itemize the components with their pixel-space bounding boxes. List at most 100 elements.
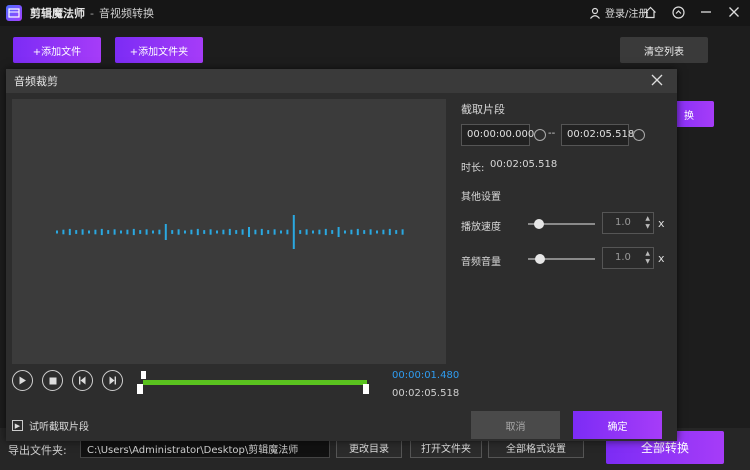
speed-label: 播放速度 — [461, 222, 501, 233]
waveform-sample — [164, 224, 167, 240]
other-settings-title: 其他设置 — [461, 192, 501, 203]
reset-start-icon[interactable] — [534, 129, 546, 141]
stop-icon — [49, 377, 56, 384]
waveform-sample — [401, 229, 404, 235]
dialog-close-icon[interactable] — [651, 72, 663, 90]
waveform-sample — [388, 228, 391, 236]
audio-trim-dialog: 音频裁剪 00:00:01.480 00:02:05.518 ▶ 试听截取片段 … — [6, 69, 677, 441]
waveform-sample — [356, 228, 359, 236]
waveform-sample — [248, 227, 250, 237]
waveform-sample — [196, 228, 199, 236]
waveform-sample — [395, 230, 398, 234]
home-icon[interactable] — [642, 4, 658, 20]
waveform-sample — [184, 230, 186, 234]
waveform-sample — [145, 229, 148, 235]
clear-list-button[interactable]: 清空列表 — [620, 37, 708, 63]
waveform-sample — [56, 230, 58, 234]
waveform-sample — [100, 228, 103, 236]
duration-value: 00:02:05.518 — [490, 159, 558, 170]
waveform-sample — [331, 230, 334, 234]
volume-input[interactable]: 1.0 ▲ ▼ — [602, 247, 654, 269]
waveform-sample — [126, 229, 129, 235]
title-separator: - — [90, 6, 94, 20]
waveform-sample — [305, 229, 308, 235]
waveform-sample — [344, 230, 346, 234]
waveform-sample — [177, 229, 180, 235]
waveform-sample — [107, 230, 110, 234]
waveform-sample — [203, 230, 206, 234]
waveform-sample — [75, 230, 78, 234]
login-button[interactable]: 登录/注册 — [589, 5, 648, 20]
end-time-input[interactable]: 00:02:05.518 — [561, 124, 634, 146]
selected-range-bar — [143, 380, 367, 385]
preview-clip-label: 试听截取片段 — [29, 422, 89, 433]
preview-clip-button[interactable]: ▶ 试听截取片段 — [12, 418, 89, 433]
app-logo-icon — [6, 5, 22, 21]
preview-play-icon: ▶ — [12, 420, 23, 431]
waveform-sample — [228, 228, 231, 236]
app-title: 剪辑魔法师 — [30, 7, 85, 20]
waveform-sample — [132, 228, 135, 236]
add-folder-button[interactable]: +添加文件夹 — [115, 37, 203, 63]
menu-icon[interactable] — [670, 4, 686, 20]
waveform-sample — [350, 229, 353, 235]
title-bar: 剪辑魔法师 - 音视频转换 登录/注册 — [0, 0, 750, 26]
speed-input[interactable]: 1.0 ▲ ▼ — [602, 212, 654, 234]
waveform-sample — [312, 230, 314, 234]
waveform-sample — [292, 215, 295, 249]
waveform-sample — [171, 230, 174, 234]
waveform-sample — [94, 229, 97, 235]
start-time-input[interactable]: 00:00:00.000 — [461, 124, 534, 146]
trim-timeline[interactable] — [137, 371, 373, 395]
volume-slider-knob[interactable] — [535, 254, 545, 264]
waveform-sample — [139, 230, 142, 234]
waveform-sample — [209, 229, 212, 235]
user-icon — [590, 7, 600, 19]
waveform-sample — [260, 228, 263, 236]
step-back-icon — [79, 376, 86, 385]
waveform-sample — [382, 229, 385, 235]
play-icon — [19, 376, 26, 385]
waveform-sample — [62, 229, 65, 235]
close-window-icon[interactable] — [726, 4, 742, 20]
waveform-sample — [158, 229, 161, 235]
add-file-button[interactable]: +添加文件 — [13, 37, 101, 63]
duration-label: 时长: — [461, 163, 485, 174]
range-end-handle[interactable] — [363, 384, 369, 394]
waveform-sample — [235, 230, 238, 234]
waveform-sample — [68, 228, 71, 236]
volume-unit: x — [658, 252, 665, 265]
reset-end-icon[interactable] — [633, 129, 645, 141]
play-button[interactable] — [12, 370, 33, 391]
spin-arrows-icon[interactable]: ▲ ▼ — [645, 250, 650, 266]
speed-value: 1.0 — [615, 217, 631, 228]
next-frame-button[interactable] — [102, 370, 123, 391]
waveform-sample — [120, 230, 122, 234]
speed-slider-knob[interactable] — [534, 219, 544, 229]
app-window: 剪辑魔法师 - 音视频转换 登录/注册 +添加文件 +添加文件夹 清空列表 换 … — [0, 0, 750, 470]
waveform-sample — [113, 229, 116, 235]
previous-frame-button[interactable] — [72, 370, 93, 391]
waveform-panel[interactable] — [12, 99, 446, 364]
volume-value: 1.0 — [615, 252, 631, 263]
spin-arrows-icon[interactable]: ▲ ▼ — [645, 215, 650, 231]
waveform-sample — [286, 229, 289, 235]
cancel-button[interactable]: 取消 — [471, 411, 560, 439]
range-separator: -- — [548, 128, 556, 139]
waveform-sample — [273, 229, 276, 235]
speed-unit: x — [658, 217, 665, 230]
minimize-icon[interactable] — [698, 4, 714, 20]
waveform-sample — [376, 230, 378, 234]
waveform-sample — [318, 229, 321, 235]
waveform-sample — [299, 230, 302, 234]
waveform-sample — [254, 229, 257, 235]
range-start-handle[interactable] — [137, 384, 143, 394]
playhead-marker[interactable] — [141, 371, 146, 379]
step-forward-icon — [109, 376, 116, 385]
confirm-button[interactable]: 确定 — [573, 411, 662, 439]
stop-button[interactable] — [42, 370, 63, 391]
waveform-sample — [369, 229, 372, 235]
waveform-sample — [280, 230, 282, 234]
waveform-sample — [190, 229, 193, 235]
waveform-sample — [337, 227, 340, 237]
